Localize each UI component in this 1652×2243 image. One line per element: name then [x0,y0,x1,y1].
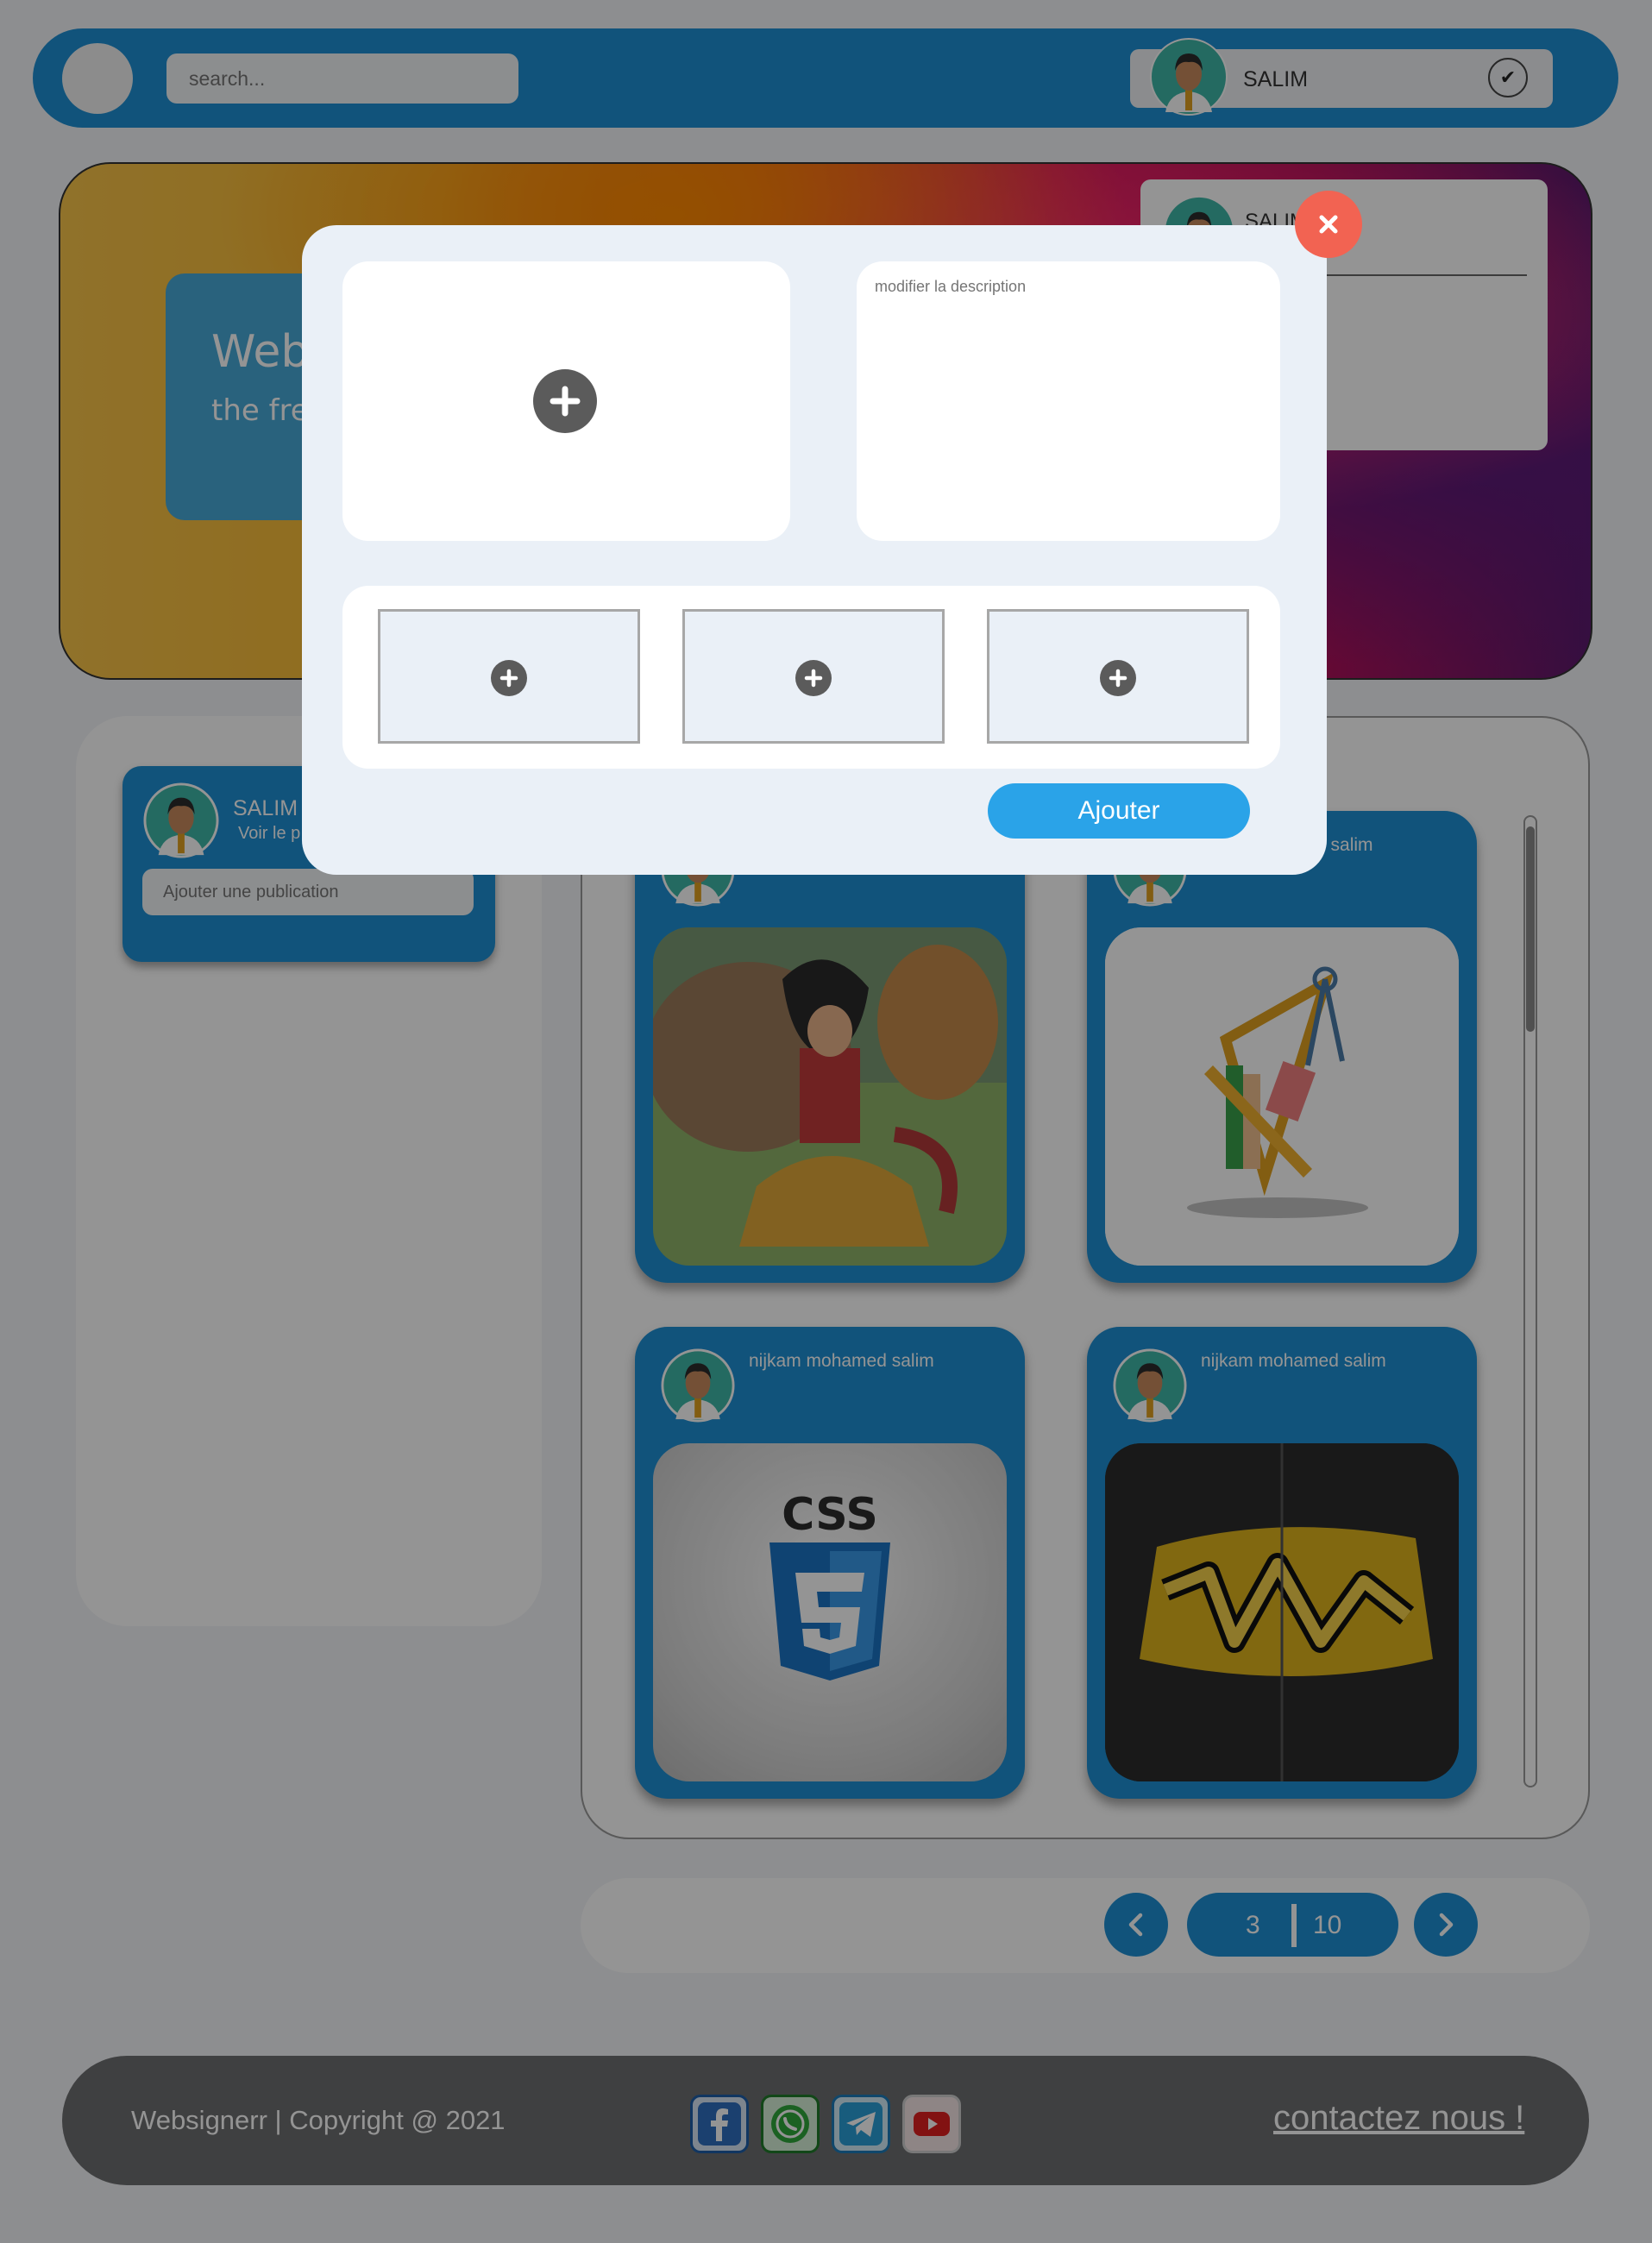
plus-icon[interactable] [491,660,527,696]
plus-icon[interactable] [533,369,597,433]
close-icon [1319,215,1338,234]
description-textarea[interactable] [873,276,1269,530]
plus-icon[interactable] [795,660,832,696]
plus-icon[interactable] [1100,660,1136,696]
close-button[interactable] [1295,191,1362,258]
add-button[interactable]: Ajouter [988,783,1250,839]
